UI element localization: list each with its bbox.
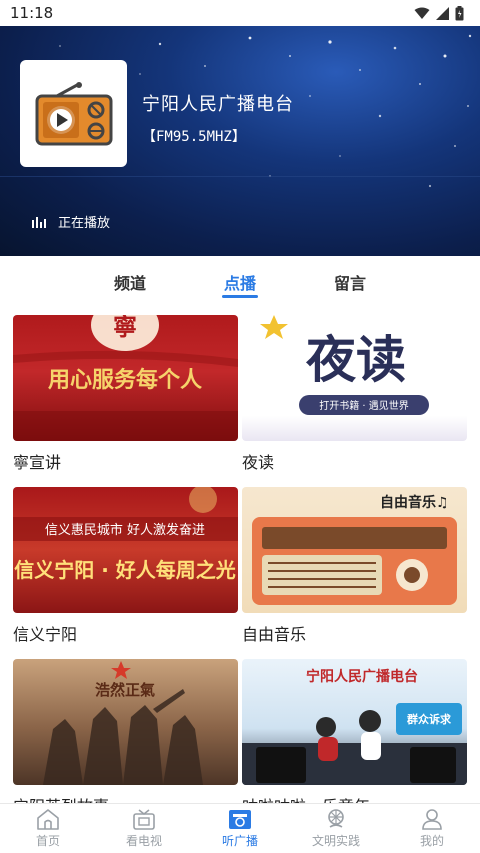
program-thumbnail: 浩然正氣: [13, 659, 238, 785]
program-title: 自由音乐: [242, 625, 307, 644]
playing-indicator: 正在播放: [32, 212, 110, 231]
tab-messages[interactable]: 留言: [295, 256, 405, 306]
nav-tv[interactable]: 看电视: [96, 804, 192, 853]
nav-label: 看电视: [125, 834, 162, 848]
signal-icon: [436, 6, 449, 20]
wifi-icon: [414, 7, 430, 19]
program-title: 信义宁阳: [13, 625, 78, 644]
status-icons: [414, 5, 464, 21]
nav-label: 文明实践: [311, 834, 360, 848]
status-bar: 11:18: [0, 0, 480, 26]
svg-text:用心服务每个人: 用心服务每个人: [48, 367, 202, 393]
content-tabs: 频道 点播 留言: [0, 256, 480, 306]
nav-radio[interactable]: 听广播: [192, 804, 288, 853]
user-icon: [422, 809, 442, 830]
program-artwork: 夜读 打开书籍 · 遇见世界: [260, 315, 429, 415]
battery-icon: [455, 5, 464, 20]
program-title: 夜读: [242, 453, 275, 472]
equalizer-icon: [32, 217, 46, 228]
svg-text:自由音乐♫: 自由音乐♫: [380, 494, 449, 511]
program-card[interactable]: 夜读 打开书籍 · 遇见世界 夜读: [242, 315, 467, 487]
program-card[interactable]: 寧 用心服务每个人 寧宣讲: [13, 315, 238, 487]
nav-label: 听广播: [221, 834, 258, 848]
nav-label: 首页: [35, 834, 60, 848]
civilization-icon: [328, 809, 344, 828]
program-thumbnail: 宁阳人民广播电台 群众诉求: [242, 659, 467, 785]
program-thumbnail: 自由音乐♫: [242, 487, 467, 613]
nav-civilization[interactable]: 文明实践: [288, 804, 384, 853]
program-grid: 寧 用心服务每个人 寧宣讲 夜读 打开书籍 · 遇见世界 夜读 信义惠民城市 好…: [13, 315, 467, 803]
bottom-navigation: 首页 看电视 听广播 文明实践 我的: [0, 803, 480, 853]
svg-text:宁阳人民广播电台: 宁阳人民广播电台: [306, 668, 418, 685]
home-icon: [37, 809, 59, 830]
station-frequency: 【FM95.5MHZ】: [142, 129, 246, 145]
app-screen: 11:18 宁阳人民广播电台 【FM95.5MHZ】 正在播放 频道 点播 留言…: [0, 0, 480, 853]
program-card[interactable]: 自由音乐♫ 自由音乐: [242, 487, 467, 659]
svg-text:浩然正氣: 浩然正氣: [95, 681, 155, 699]
program-title: 宁阳英烈故事: [13, 793, 238, 803]
program-artwork: 宁阳人民广播电台 群众诉求: [242, 668, 467, 785]
program-thumbnail: 信义惠民城市 好人激发奋进 信义宁阳 · 好人每周之光: [13, 487, 238, 613]
now-playing-header: 宁阳人民广播电台 【FM95.5MHZ】 正在播放: [0, 26, 480, 256]
playing-label: 正在播放: [58, 216, 111, 231]
program-card[interactable]: 浩然正氣 宁阳英烈故事: [13, 659, 238, 803]
tv-icon: [133, 809, 155, 830]
station-cover[interactable]: [20, 60, 127, 167]
svg-text:信义惠民城市 好人激发奋进: 信义惠民城市 好人激发奋进: [45, 522, 205, 538]
status-time: 11:18: [10, 4, 54, 22]
program-artwork: 信义惠民城市 好人激发奋进 信义宁阳 · 好人每周之光: [13, 487, 238, 582]
tab-on-demand[interactable]: 点播: [185, 256, 295, 306]
program-artwork: 寧 用心服务每个人: [13, 315, 238, 441]
nav-home[interactable]: 首页: [0, 804, 96, 853]
program-artwork: 浩然正氣: [43, 661, 203, 785]
program-artwork: 自由音乐♫: [252, 494, 457, 605]
program-thumbnail: 寧 用心服务每个人: [13, 315, 238, 441]
program-title: 咕啦咕啦，乐童年: [242, 793, 467, 803]
station-name: 宁阳人民广播电台: [142, 94, 294, 115]
radio-icon: [35, 81, 112, 145]
program-card[interactable]: 宁阳人民广播电台 群众诉求 咕啦咕啦，乐童年: [242, 659, 467, 803]
svg-text:群众诉求: 群众诉求: [406, 712, 452, 726]
program-thumbnail: 夜读 打开书籍 · 遇见世界: [242, 315, 467, 441]
svg-text:夜读: 夜读: [305, 331, 406, 389]
program-title: 寧宣讲: [13, 453, 62, 472]
nav-label: 我的: [419, 834, 444, 848]
tab-channel[interactable]: 频道: [75, 256, 185, 306]
svg-text:信义宁阳 · 好人每周之光: 信义宁阳 · 好人每周之光: [14, 558, 236, 582]
svg-text:寧: 寧: [113, 315, 137, 341]
svg-text:打开书籍 · 遇见世界: 打开书籍 · 遇见世界: [319, 399, 409, 412]
nav-profile[interactable]: 我的: [384, 804, 480, 853]
program-card[interactable]: 信义惠民城市 好人激发奋进 信义宁阳 · 好人每周之光 信义宁阳: [13, 487, 238, 659]
radio-nav-icon: [229, 810, 251, 829]
